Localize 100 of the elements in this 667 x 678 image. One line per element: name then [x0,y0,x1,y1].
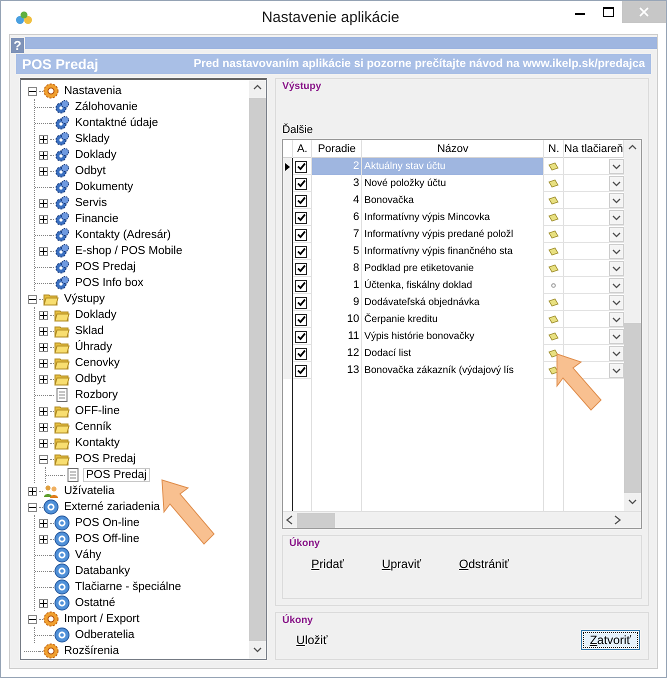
tree-item[interactable]: Odberatelia [73,629,136,641]
action-button[interactable]: Pridať [307,555,348,573]
tree-item[interactable]: E-shop / POS Mobile [73,245,184,257]
close-dialog-button[interactable]: Zatvoriť [580,630,640,650]
tree-item[interactable]: POS Predaj [73,453,138,465]
tree-item[interactable]: POS Info box [73,277,146,289]
dropdown-button[interactable] [609,329,624,344]
collapse-toggle[interactable] [39,454,48,464]
row-header[interactable] [283,362,294,379]
collapse-toggle[interactable] [28,86,37,96]
expand-toggle[interactable] [39,534,48,544]
tree-item[interactable]: Kontakty [73,437,122,449]
tree-item[interactable]: OFF-line [73,405,122,417]
checkbox[interactable] [295,194,308,206]
tree-item[interactable]: Import / Export [62,613,142,625]
expand-toggle[interactable] [39,150,48,160]
checkbox[interactable] [295,246,308,258]
expand-toggle[interactable] [39,214,48,224]
checkbox[interactable] [295,178,308,190]
collapse-toggle[interactable] [28,502,37,512]
dropdown-button[interactable] [609,227,624,242]
dropdown-button[interactable] [609,244,624,259]
checkbox[interactable] [295,348,308,360]
checkbox[interactable] [295,160,308,172]
expand-toggle[interactable] [39,198,48,208]
dropdown-button[interactable] [609,261,624,276]
tree-item[interactable]: POS Off-line [73,533,142,545]
dropdown-button[interactable] [609,295,624,310]
expand-toggle[interactable] [39,406,48,416]
tree-item[interactable]: Užívatelia [62,485,116,497]
tree-item[interactable]: Cenovky [73,357,122,369]
dropdown-button[interactable] [609,159,624,174]
scrollbar[interactable] [249,80,266,659]
scroll-thumb[interactable] [297,512,336,528]
collapse-toggle[interactable] [28,614,37,624]
collapse-toggle[interactable] [28,294,37,304]
expand-toggle[interactable] [39,374,48,384]
dropdown-button[interactable] [609,363,624,378]
row-pointer-icon [285,162,290,170]
row-header[interactable] [283,158,294,175]
checkbox[interactable] [295,228,308,240]
action-button[interactable]: Odstrániť [455,555,513,573]
save-button[interactable]: Uložiť [296,631,328,649]
scrollbar[interactable] [624,140,641,511]
checkbox[interactable] [295,296,308,308]
dropdown-button[interactable] [609,210,624,225]
tree-item[interactable]: Zálohovanie [73,101,140,113]
tree-item[interactable]: Tlačiarne - špeciálne [73,581,184,593]
tree-item[interactable]: Servis [73,197,109,209]
expand-toggle[interactable] [39,358,48,368]
action-button[interactable]: Upraviť [378,555,426,573]
scrollbar[interactable] [283,511,641,528]
expand-toggle[interactable] [39,422,48,432]
tree-item[interactable]: Rozbory [73,389,120,401]
dropdown-button[interactable] [609,193,624,208]
tree-item[interactable]: Váhy [73,549,104,561]
tree-item[interactable]: Sklady [73,133,112,145]
checkbox[interactable] [295,262,308,274]
tree-item[interactable]: Cenník [73,421,114,433]
expand-toggle[interactable] [39,438,48,448]
tree-item[interactable]: Odbyt [73,165,108,177]
expand-toggle[interactable] [39,166,48,176]
column-header[interactable]: A. [293,140,312,158]
tree-item[interactable]: Odbyt [73,373,108,385]
expand-toggle[interactable] [39,598,48,608]
tree-item[interactable]: Databanky [73,565,132,577]
tree-item[interactable]: Financie [73,213,120,225]
tree-item[interactable]: Ostatné [73,597,118,609]
tree-item[interactable]: Doklady [73,309,119,321]
tree-item[interactable]: POS Predaj [84,469,149,481]
expand-toggle[interactable] [39,310,48,320]
tree-item[interactable]: Dokumenty [73,181,136,193]
expand-toggle[interactable] [39,134,48,144]
dropdown-button[interactable] [609,176,624,191]
tree-item[interactable]: POS Predaj [73,261,138,273]
tree-item[interactable]: Kontaktné údaje [73,117,160,129]
checkbox[interactable] [295,364,308,376]
checkbox[interactable] [295,280,308,292]
dropdown-button[interactable] [609,312,624,327]
expand-toggle[interactable] [39,326,48,336]
tree-item[interactable]: Výstupy [62,293,107,305]
checkbox[interactable] [295,212,308,224]
tree-item[interactable]: Sklad [73,325,106,337]
tree-item[interactable]: Úhrady [73,341,114,353]
tree-item[interactable]: Rozšírenia [62,645,121,657]
checkbox[interactable] [295,330,308,342]
tree-item[interactable]: Kontakty (Adresár) [73,229,173,241]
table-cell: 5 [312,243,362,260]
dropdown-button[interactable] [609,278,624,293]
checkbox[interactable] [295,314,308,326]
tree-item[interactable]: Externé zariadenia [62,501,162,513]
expand-toggle[interactable] [39,246,48,256]
dropdown-button[interactable] [609,346,624,361]
expand-toggle[interactable] [39,518,48,528]
tree-item[interactable]: Nastavenia [62,85,124,97]
expand-toggle[interactable] [28,486,37,496]
tree-item[interactable]: POS On-line [73,517,142,529]
expand-toggle[interactable] [39,342,48,352]
tree-item[interactable]: Doklady [73,149,119,161]
column-header[interactable]: N. [544,140,564,158]
